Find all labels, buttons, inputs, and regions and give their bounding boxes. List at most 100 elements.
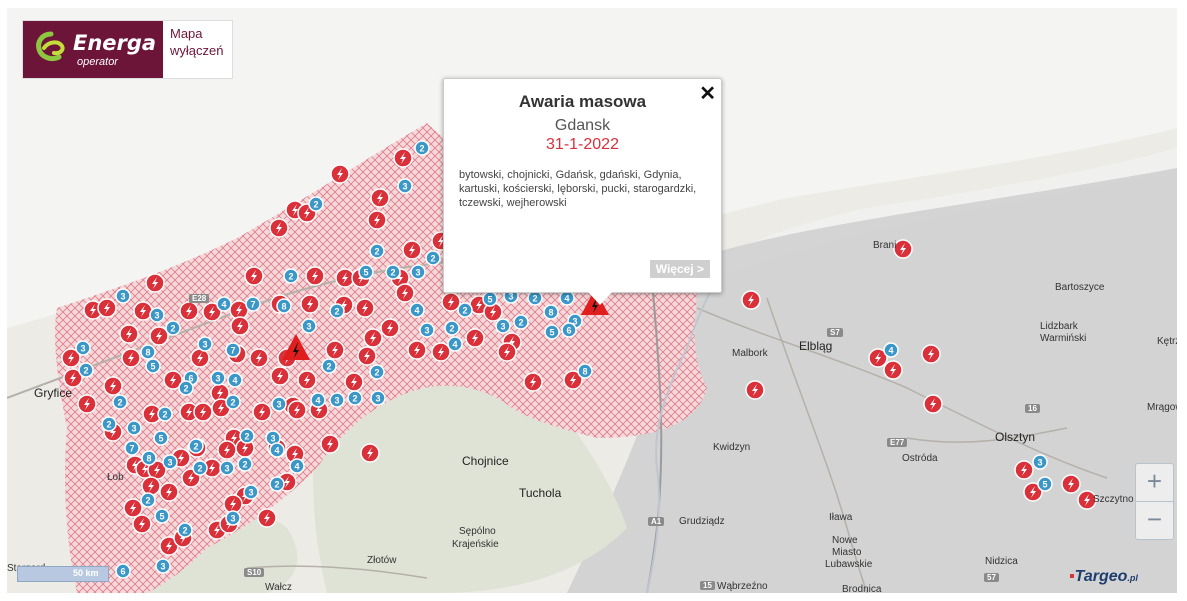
cluster-badge[interactable]: 3 [329,392,345,408]
zoom-in-button[interactable]: + [1136,464,1173,502]
cluster-badge[interactable]: 2 [321,358,337,374]
lightning-icon[interactable] [159,482,179,502]
lightning-icon[interactable] [325,340,345,360]
lightning-icon[interactable] [179,301,199,321]
lightning-icon[interactable] [344,372,364,392]
cluster-badge[interactable]: 3 [162,454,178,470]
lightning-icon[interactable] [249,348,269,368]
lightning-icon[interactable] [149,326,169,346]
lightning-icon[interactable] [465,328,485,348]
cluster-badge[interactable]: 2 [269,476,285,492]
lightning-icon[interactable] [305,266,325,286]
cluster-badge[interactable]: 3 [495,318,511,334]
cluster-badge[interactable]: 6 [115,563,131,579]
outage-map[interactable]: 2322235223478323242532328435632438372522… [7,8,1177,593]
energa-logo[interactable]: Energa operator Mapa wyłączeń [22,20,233,79]
lightning-icon[interactable] [133,301,153,321]
cluster-badge[interactable]: 2 [188,438,204,454]
cluster-badge[interactable]: 2 [283,268,299,284]
lightning-icon[interactable] [921,344,941,364]
cluster-badge[interactable]: 8 [543,304,559,320]
cluster-badge[interactable]: 3 [149,307,165,323]
cluster-badge[interactable]: 5 [544,324,560,340]
cluster-badge[interactable]: 2 [308,196,324,212]
cluster-badge[interactable]: 3 [219,460,235,476]
lightning-icon[interactable] [193,402,213,422]
lightning-icon[interactable] [103,376,123,396]
cluster-badge[interactable]: 2 [78,362,94,378]
cluster-badge[interactable]: 8 [141,450,157,466]
cluster-badge[interactable]: 3 [397,178,413,194]
lightning-icon[interactable] [1061,474,1081,494]
lightning-icon[interactable] [257,508,277,528]
more-button[interactable]: Więcej > [649,260,710,278]
cluster-badge[interactable]: 4 [216,296,232,312]
cluster-badge[interactable]: 3 [225,510,241,526]
cluster-badge[interactable]: 2 [513,314,529,330]
cluster-badge[interactable]: 4 [883,342,899,358]
cluster-badge[interactable]: 6 [561,322,577,338]
cluster-badge[interactable]: 2 [444,320,460,336]
lightning-icon[interactable] [355,298,375,318]
cluster-badge[interactable]: 5 [1037,476,1053,492]
cluster-badge[interactable]: 2 [369,243,385,259]
lightning-icon[interactable] [402,240,422,260]
cluster-badge[interactable]: 4 [227,372,243,388]
cluster-badge[interactable]: 2 [178,380,194,396]
cluster-badge[interactable]: 3 [243,484,259,500]
lightning-icon[interactable] [230,316,250,336]
lightning-icon[interactable] [370,188,390,208]
lightning-icon[interactable] [297,370,317,390]
cluster-badge[interactable]: 5 [358,264,374,280]
cluster-badge[interactable]: 4 [289,458,305,474]
lightning-icon[interactable] [190,348,210,368]
lightning-icon[interactable] [269,218,289,238]
lightning-icon[interactable] [741,290,761,310]
lightning-icon[interactable] [132,514,152,534]
lightning-icon[interactable] [330,164,350,184]
cluster-badge[interactable]: 2 [177,522,193,538]
cluster-badge[interactable]: 3 [419,322,435,338]
lightning-icon[interactable] [883,360,903,380]
lightning-icon[interactable] [363,328,383,348]
zoom-out-button[interactable]: − [1136,502,1173,539]
cluster-badge[interactable]: 5 [154,508,170,524]
cluster-badge[interactable]: 4 [269,442,285,458]
cluster-badge[interactable]: 3 [197,336,213,352]
lightning-icon[interactable] [270,366,290,386]
cluster-badge[interactable]: 3 [271,396,287,412]
cluster-badge[interactable]: 2 [165,320,181,336]
lightning-icon[interactable] [1014,460,1034,480]
cluster-badge[interactable]: 3 [75,340,91,356]
cluster-badge[interactable]: 7 [225,342,241,358]
cluster-badge[interactable]: 2 [140,492,156,508]
cluster-badge[interactable]: 5 [145,358,161,374]
cluster-badge[interactable]: 2 [239,428,255,444]
cluster-badge[interactable]: 3 [410,264,426,280]
lightning-icon[interactable] [252,402,272,422]
cluster-badge[interactable]: 2 [329,303,345,319]
lightning-icon[interactable] [320,434,340,454]
cluster-badge[interactable]: 2 [527,290,543,306]
cluster-badge[interactable]: 2 [457,302,473,318]
lightning-icon[interactable] [141,476,161,496]
targeo-attribution[interactable]: ▪Targeo.pl [1069,568,1138,586]
cluster-badge[interactable]: 2 [425,250,441,266]
cluster-badge[interactable]: 2 [414,140,430,156]
cluster-badge[interactable]: 2 [225,394,241,410]
lightning-icon[interactable] [217,440,237,460]
lightning-icon[interactable] [893,239,913,259]
cluster-badge[interactable]: 2 [369,364,385,380]
cluster-badge[interactable]: 8 [577,363,593,379]
cluster-badge[interactable]: 2 [385,264,401,280]
cluster-badge[interactable]: 3 [210,370,226,386]
cluster-badge[interactable]: 4 [447,336,463,352]
lightning-icon[interactable] [395,283,415,303]
cluster-badge[interactable]: 4 [409,302,425,318]
lightning-icon[interactable] [923,394,943,414]
cluster-badge[interactable]: 2 [347,390,363,406]
cluster-badge[interactable]: 3 [370,390,386,406]
cluster-badge[interactable]: 2 [192,460,208,476]
lightning-icon[interactable] [97,298,117,318]
cluster-badge[interactable]: 7 [124,440,140,456]
